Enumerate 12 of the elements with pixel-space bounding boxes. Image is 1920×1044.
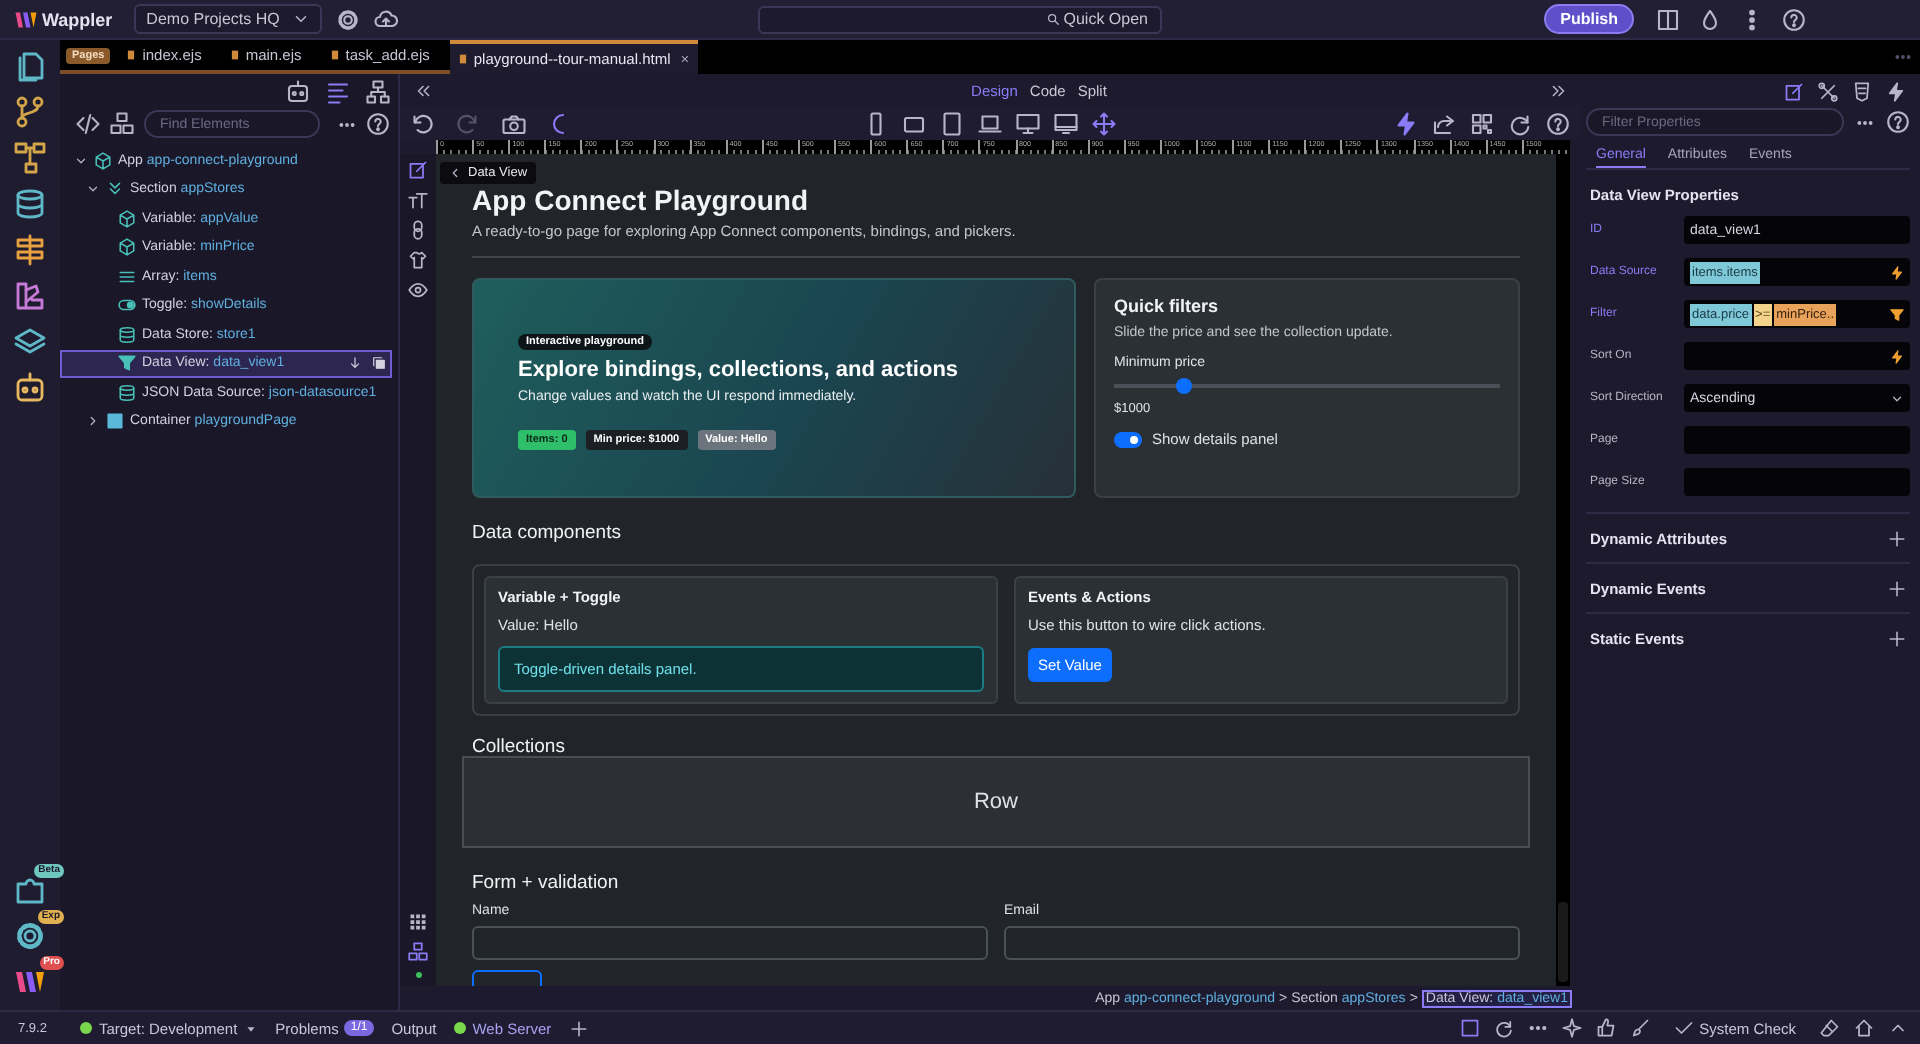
publish-button[interactable]: Publish	[1544, 4, 1634, 34]
card-title: Quick filters	[1114, 296, 1221, 316]
app-name: Wappler	[42, 9, 113, 29]
hero-heading: Explore bindings, collections, and actions	[518, 358, 961, 382]
section-heading: Data components	[472, 522, 623, 544]
quick-open-button[interactable]: Quick Open	[758, 5, 1162, 33]
section-heading: Form + validation	[472, 872, 621, 894]
page-title: App Connect Playground	[472, 184, 810, 216]
row-placeholder[interactable]: Row	[462, 756, 1530, 848]
section-heading: Collections	[472, 738, 567, 756]
project-selector[interactable]: Demo Projects HQ	[134, 4, 322, 34]
row-label: Row	[973, 790, 1018, 814]
